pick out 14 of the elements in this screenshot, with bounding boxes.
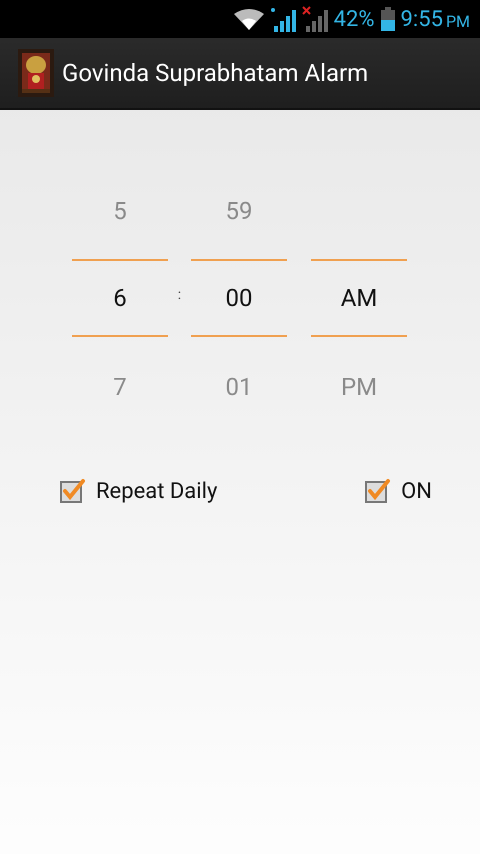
picker-selected-value[interactable]: 6 [113,284,127,312]
signal-icon [302,6,328,32]
clock-suffix: PM [446,12,470,30]
checkbox-label[interactable]: Repeat Daily [96,478,218,504]
wifi-icon [234,8,264,30]
clock-time: 9:55 [400,6,443,32]
signal-icon [270,6,296,32]
battery-percent: 42% [334,6,375,32]
picker-selected-value[interactable]: AM [340,284,378,312]
app-title: Govinda Suprabhatam Alarm [62,59,368,87]
time-separator: : [178,287,182,303]
picker-selected-value[interactable]: 00 [226,284,252,312]
checkbox-label[interactable]: ON [401,478,432,504]
battery-icon [380,7,395,31]
